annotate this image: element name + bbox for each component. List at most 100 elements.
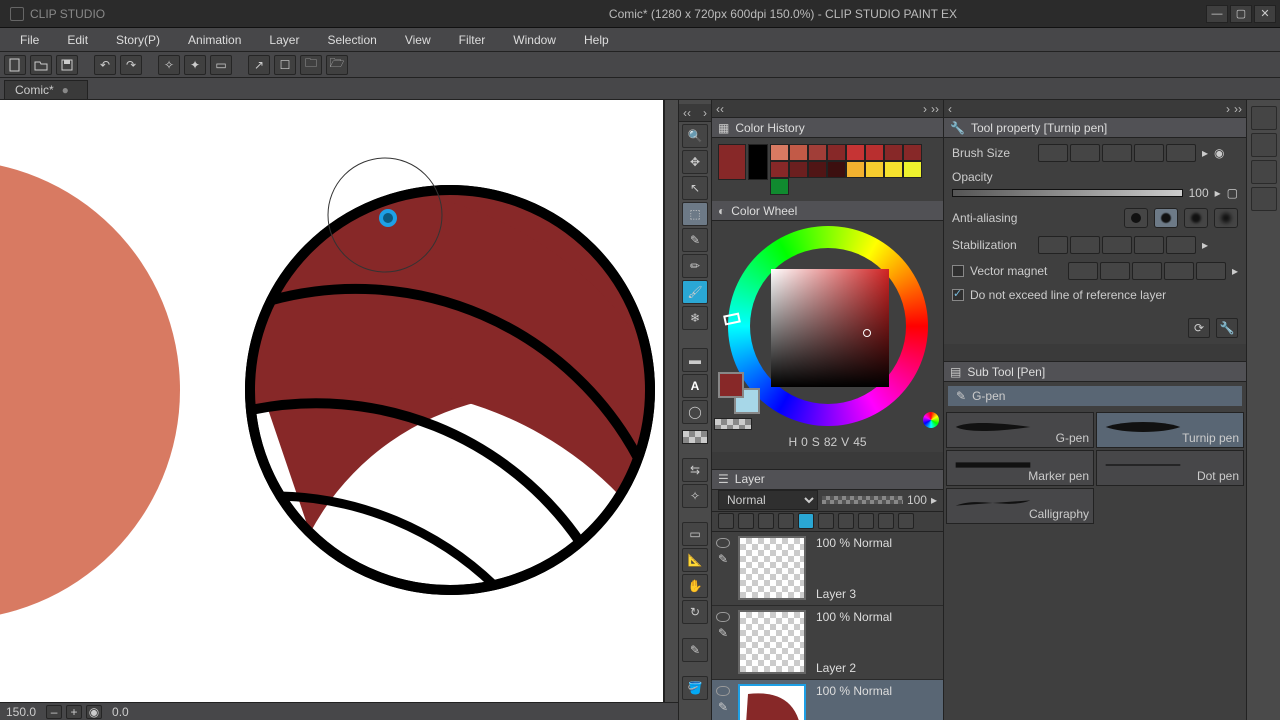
menu-edit[interactable]: Edit (53, 30, 102, 50)
canvas-scrollbar-vertical[interactable] (664, 100, 678, 702)
history-swatch[interactable] (884, 144, 903, 161)
zoom-out-button[interactable]: – (46, 705, 62, 719)
sv-square[interactable] (771, 269, 889, 387)
brush-size-link-icon[interactable]: ◉ (1214, 146, 1224, 160)
layer-ref-button[interactable] (798, 513, 814, 529)
folder-button-1[interactable]: 🗀 (300, 55, 322, 75)
doc-tab-comic[interactable]: Comic* ● (4, 80, 88, 99)
rotate-tool[interactable]: ↻ (682, 600, 708, 624)
history-swatch[interactable] (808, 144, 827, 161)
right-collapse-r-icon[interactable]: › (1226, 102, 1230, 116)
layer-mask-button[interactable] (758, 513, 774, 529)
brush-tool[interactable]: 🖌 (682, 280, 708, 304)
open-button[interactable] (30, 55, 52, 75)
fg-bg-selector[interactable] (718, 372, 760, 414)
history-swatch[interactable] (808, 161, 827, 178)
fill-tool[interactable]: 🪣 (682, 676, 708, 700)
menu-view[interactable]: View (391, 30, 445, 50)
figure-tool[interactable]: ✧ (682, 484, 708, 508)
transparent-swatch[interactable] (714, 418, 752, 430)
qa-button-2[interactable] (1251, 133, 1277, 157)
qa-button-1[interactable] (1251, 106, 1277, 130)
blend-mode-select[interactable]: Normal (718, 490, 818, 510)
opacity-slider[interactable] (952, 189, 1183, 197)
opacity-link-icon[interactable]: ▢ (1227, 186, 1238, 200)
share-button[interactable]: ↗ (248, 55, 270, 75)
layer-clip-button[interactable] (838, 513, 854, 529)
history-swatch[interactable] (827, 161, 846, 178)
menu-file[interactable]: File (6, 30, 53, 50)
sub-color-swatch[interactable] (748, 144, 768, 180)
zoom-fit-button[interactable]: ◉ (86, 705, 102, 719)
minimize-button[interactable]: — (1206, 5, 1228, 23)
history-swatch[interactable] (846, 161, 865, 178)
color-circle-icon[interactable] (923, 412, 939, 428)
vector-magnet-segments[interactable] (1068, 262, 1226, 280)
subtool-header[interactable]: ▤ Sub Tool [Pen] (944, 362, 1246, 382)
tool-prop-settings-button[interactable]: 🔧 (1216, 318, 1238, 338)
color-history-header[interactable]: ▦ Color History (712, 118, 943, 138)
subtool-g-pen[interactable]: G-pen (946, 412, 1094, 448)
ruler-tool[interactable]: 📐 (682, 548, 708, 572)
marquee-tool[interactable]: ⬚ (682, 202, 708, 226)
zoom-tool[interactable]: 🔍 (682, 124, 708, 148)
toolbox-collapse-left-icon[interactable]: ‹‹ (683, 106, 691, 120)
hand-tool[interactable]: ✋ (682, 574, 708, 598)
canvas[interactable] (0, 100, 664, 702)
layer-newfolder-button[interactable] (738, 513, 754, 529)
layer-row[interactable]: ✎ 100 % Normal Layer 3 (712, 532, 943, 606)
balloon-tool[interactable]: ◯ (682, 400, 708, 424)
layer-panel-header[interactable]: ☰ Layer (712, 470, 943, 490)
aa-option-2[interactable] (1154, 208, 1178, 228)
history-swatch[interactable] (884, 161, 903, 178)
subtool-calligraphy[interactable]: Calligraphy (946, 488, 1094, 524)
layer-new-button[interactable] (718, 513, 734, 529)
tool-property-header[interactable]: 🔧 Tool property [Turnip pen] (944, 118, 1246, 138)
pencil-tool[interactable]: ✏ (682, 254, 708, 278)
layer-thumbnail[interactable] (738, 684, 806, 720)
maximize-button[interactable]: ▢ (1230, 5, 1252, 23)
current-color-swatch[interactable] (718, 144, 746, 180)
layer-thumbnail[interactable] (738, 536, 806, 600)
ref-line-checkbox[interactable] (952, 289, 964, 301)
pen-tool[interactable]: ✎ (682, 228, 708, 252)
mid-collapse-rr-icon[interactable]: ›› (931, 102, 939, 116)
opacity-stepper-icon[interactable]: ▸ (931, 493, 937, 507)
text-tool[interactable]: A (682, 374, 708, 398)
visibility-toggle[interactable] (716, 686, 730, 696)
layer-delete-button[interactable] (878, 513, 894, 529)
menu-selection[interactable]: Selection (313, 30, 390, 50)
layer-ruler-button[interactable] (778, 513, 794, 529)
menu-window[interactable]: Window (499, 30, 570, 50)
visibility-toggle[interactable] (716, 612, 730, 622)
airbrush-tool[interactable]: ❄ (682, 306, 708, 330)
layer-more-button[interactable] (898, 513, 914, 529)
history-swatch[interactable] (903, 144, 922, 161)
menu-layer[interactable]: Layer (255, 30, 313, 50)
menu-story[interactable]: Story(P) (102, 30, 174, 50)
history-swatch[interactable] (789, 161, 808, 178)
aa-option-1[interactable] (1124, 208, 1148, 228)
subtool-dot-pen[interactable]: Dot pen (1096, 450, 1244, 486)
brush-size-more-icon[interactable]: ▸ (1202, 146, 1208, 160)
layer-thumbnail[interactable] (738, 610, 806, 674)
aa-option-4[interactable] (1214, 208, 1238, 228)
subtool-turnip-pen[interactable]: Turnip pen (1096, 412, 1244, 448)
menu-animation[interactable]: Animation (174, 30, 255, 50)
redo-button[interactable]: ↷ (120, 55, 142, 75)
stab-more-icon[interactable]: ▸ (1202, 238, 1208, 252)
tool-prop-reset-button[interactable]: ⟳ (1188, 318, 1210, 338)
right-collapse-l-icon[interactable]: ‹ (948, 102, 952, 116)
history-swatch[interactable] (789, 144, 808, 161)
eraser-tool[interactable]: ▬ (682, 348, 708, 372)
qa-button-3[interactable] (1251, 160, 1277, 184)
operation-tool[interactable]: ↖ (682, 176, 708, 200)
menu-filter[interactable]: Filter (445, 30, 500, 50)
history-swatch[interactable] (865, 144, 884, 161)
history-swatch[interactable] (903, 161, 922, 178)
qa-button-4[interactable] (1251, 187, 1277, 211)
history-swatch[interactable] (770, 161, 789, 178)
visibility-toggle[interactable] (716, 538, 730, 548)
brush-size-segments[interactable] (1038, 144, 1196, 162)
layer-merge-button[interactable] (858, 513, 874, 529)
